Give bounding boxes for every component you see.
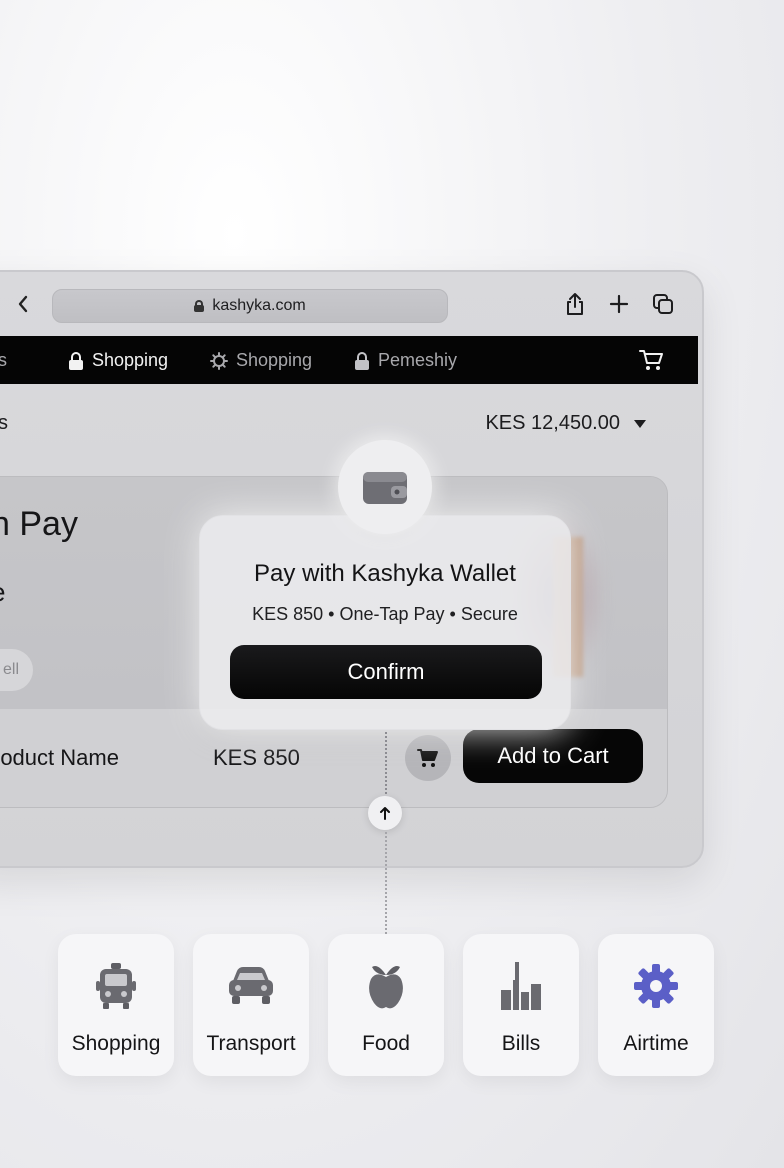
nav-item-label: Pemeshiy — [378, 350, 458, 370]
nav-item-shopping-2[interactable]: Shopping — [210, 350, 312, 371]
connector-line — [385, 832, 387, 934]
nav-item-shopping[interactable]: Shopping — [68, 350, 168, 371]
connector-line — [385, 732, 387, 794]
category-bills[interactable]: Bills — [463, 934, 579, 1076]
category-label: Transport — [206, 1032, 296, 1055]
bar-chart-icon — [501, 962, 541, 1010]
modal-title: Pay with Kashyka Wallet — [254, 560, 516, 587]
product-price: KES 850 — [213, 745, 300, 770]
hero-chip-button[interactable]: ell — [0, 649, 33, 691]
category-airtime[interactable]: Airtime — [598, 934, 714, 1076]
cart-icon-button[interactable] — [405, 735, 451, 781]
toolbar-actions — [564, 292, 674, 316]
hero-subtitle: e — [0, 577, 5, 608]
balance-amount: KES 12,450.00 — [485, 412, 620, 434]
browser-toolbar: kashyka.com — [0, 272, 702, 336]
nav-cart-button[interactable] — [638, 348, 664, 377]
address-bar[interactable]: kashyka.com — [52, 289, 448, 323]
category-transport[interactable]: Transport — [193, 934, 309, 1076]
nav-item-cut[interactable]: ilas — [0, 350, 7, 371]
add-to-cart-button[interactable]: Add to Cart — [463, 729, 643, 783]
site-navbar: ilas Shopping Shopping Pemeshiy — [0, 336, 698, 384]
lock-icon — [69, 351, 83, 370]
bus-icon — [96, 963, 136, 1009]
arrow-up-icon — [380, 807, 390, 820]
apple-icon — [369, 966, 403, 1009]
category-shopping[interactable]: Shopping — [58, 934, 174, 1076]
scroll-up-button[interactable] — [368, 796, 402, 830]
wallet-badge — [338, 440, 432, 534]
url-text: kashyka.com — [212, 297, 306, 314]
wallet-icon — [363, 472, 407, 504]
car-icon — [229, 967, 273, 1004]
category-label: Airtime — [623, 1032, 689, 1055]
product-name: roduct Name — [0, 745, 119, 770]
cart-icon — [639, 350, 663, 370]
category-label: Shopping — [71, 1032, 161, 1055]
lock-icon — [355, 351, 369, 370]
lock-icon — [194, 300, 205, 312]
new-tab-button[interactable] — [608, 292, 630, 316]
share-button[interactable] — [564, 292, 586, 316]
plus-icon — [609, 294, 629, 314]
balance-selector[interactable]: KES 12,450.00 — [485, 412, 646, 435]
modal-details: KES 850 • One-Tap Pay • Secure — [252, 604, 518, 624]
category-food[interactable]: Food — [328, 934, 444, 1076]
tabs-button[interactable] — [652, 292, 674, 316]
wallet-payment-modal: Pay with Kashyka Wallet KES 850 • One-Ta… — [199, 515, 571, 730]
back-button[interactable] — [12, 292, 34, 316]
cart-icon — [417, 749, 438, 767]
category-label: Bills — [501, 1032, 541, 1055]
nav-item-label: ilas — [0, 350, 7, 371]
category-label: Food — [362, 1032, 410, 1055]
confirm-button[interactable]: Confirm — [230, 645, 542, 699]
tabs-icon — [653, 294, 673, 314]
chevron-left-icon — [18, 295, 28, 313]
nav-item-label: Shopping — [236, 350, 313, 370]
hero-title: n Pay — [0, 505, 78, 543]
balance-row: s KES 12,450.00 — [0, 412, 702, 442]
share-icon — [567, 293, 583, 315]
gear-icon — [634, 964, 678, 1008]
gear-icon — [210, 351, 228, 370]
nav-item-label: Shopping — [92, 350, 169, 370]
caret-down-icon — [634, 419, 646, 428]
nav-item-pemeshiy[interactable]: Pemeshiy — [354, 350, 457, 371]
confirm-label: Confirm — [347, 659, 425, 684]
header-left-text: s — [0, 412, 8, 435]
hero-chip-label: ell — [2, 661, 19, 678]
add-to-cart-label: Add to Cart — [497, 743, 609, 768]
